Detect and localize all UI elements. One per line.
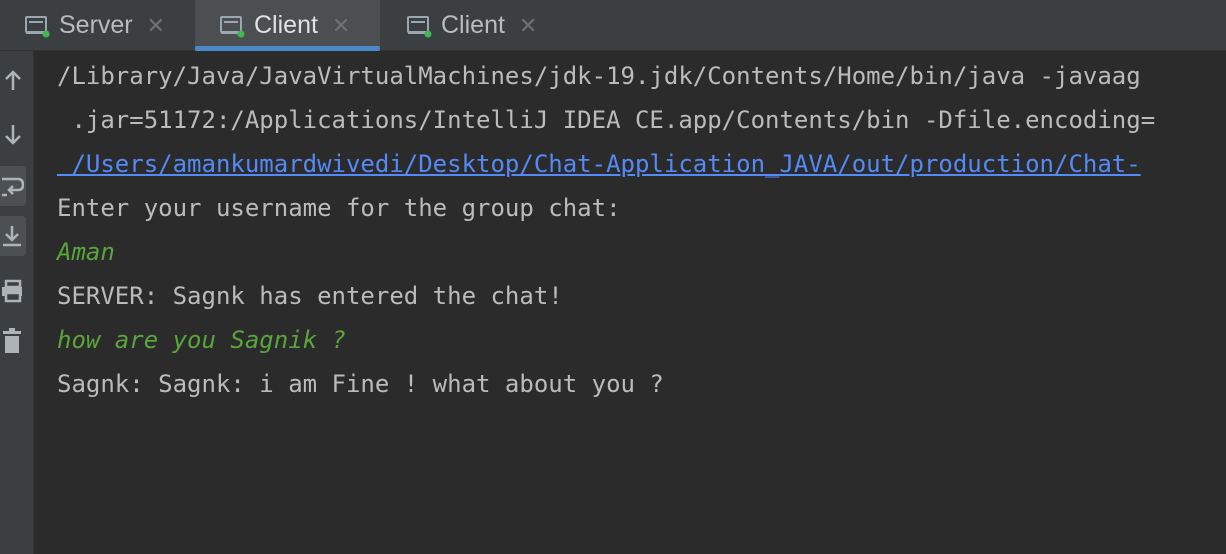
- console-run-icon: [220, 15, 245, 37]
- clear-all-button[interactable]: [0, 321, 26, 361]
- close-icon[interactable]: ✕: [519, 14, 537, 37]
- close-icon[interactable]: ✕: [147, 14, 165, 37]
- tab-client[interactable]: Client ✕: [386, 0, 566, 51]
- console-line-chat-message: Sagnk: Sagnk: i am Fine ! what about you…: [57, 370, 664, 398]
- classpath-link[interactable]: /Users/amankumardwivedi/Desktop/Chat-App…: [57, 149, 1140, 179]
- console-line-prompt: Enter your username for the group chat:: [57, 194, 621, 222]
- trash-icon: [3, 328, 21, 353]
- scroll-to-end-icon: [3, 226, 21, 247]
- console-toolbar: [0, 51, 34, 554]
- tab-label: Client: [441, 11, 505, 39]
- print-icon: [2, 279, 22, 303]
- console-line-user-input: how are you Sagnik ?: [57, 326, 346, 354]
- tab-label: Server: [59, 11, 133, 39]
- console-output[interactable]: /Library/Java/JavaVirtualMachines/jdk-19…: [34, 51, 1226, 554]
- up-button[interactable]: [0, 61, 26, 101]
- close-icon[interactable]: ✕: [332, 14, 350, 37]
- console-line-command-args: .jar=51172:/Applications/IntelliJ IDEA C…: [57, 106, 1156, 134]
- arrow-down-icon: [5, 125, 21, 145]
- down-button[interactable]: [0, 114, 26, 154]
- console-run-icon: [25, 15, 50, 37]
- print-button[interactable]: [0, 271, 26, 311]
- soft-wrap-button[interactable]: [0, 166, 26, 206]
- console-line-user-input: Aman: [57, 238, 115, 266]
- console-run-icon: [407, 15, 432, 37]
- tab-server[interactable]: Server ✕: [20, 0, 190, 51]
- arrow-up-icon: [5, 70, 21, 90]
- tab-label: Client: [254, 11, 318, 39]
- console-line-command: /Library/Java/JavaVirtualMachines/jdk-19…: [57, 62, 1141, 90]
- run-tool-window: Server ✕ Client ✕ Client ✕ /Library/Java…: [0, 0, 1226, 554]
- console-line-server-message: SERVER: Sagnk has entered the chat!: [57, 282, 563, 310]
- run-tab-bar: Server ✕ Client ✕ Client ✕: [0, 0, 1226, 51]
- scroll-to-end-button[interactable]: [0, 216, 26, 256]
- soft-wrap-icon: [2, 177, 24, 197]
- tab-client-active[interactable]: Client ✕: [195, 0, 380, 51]
